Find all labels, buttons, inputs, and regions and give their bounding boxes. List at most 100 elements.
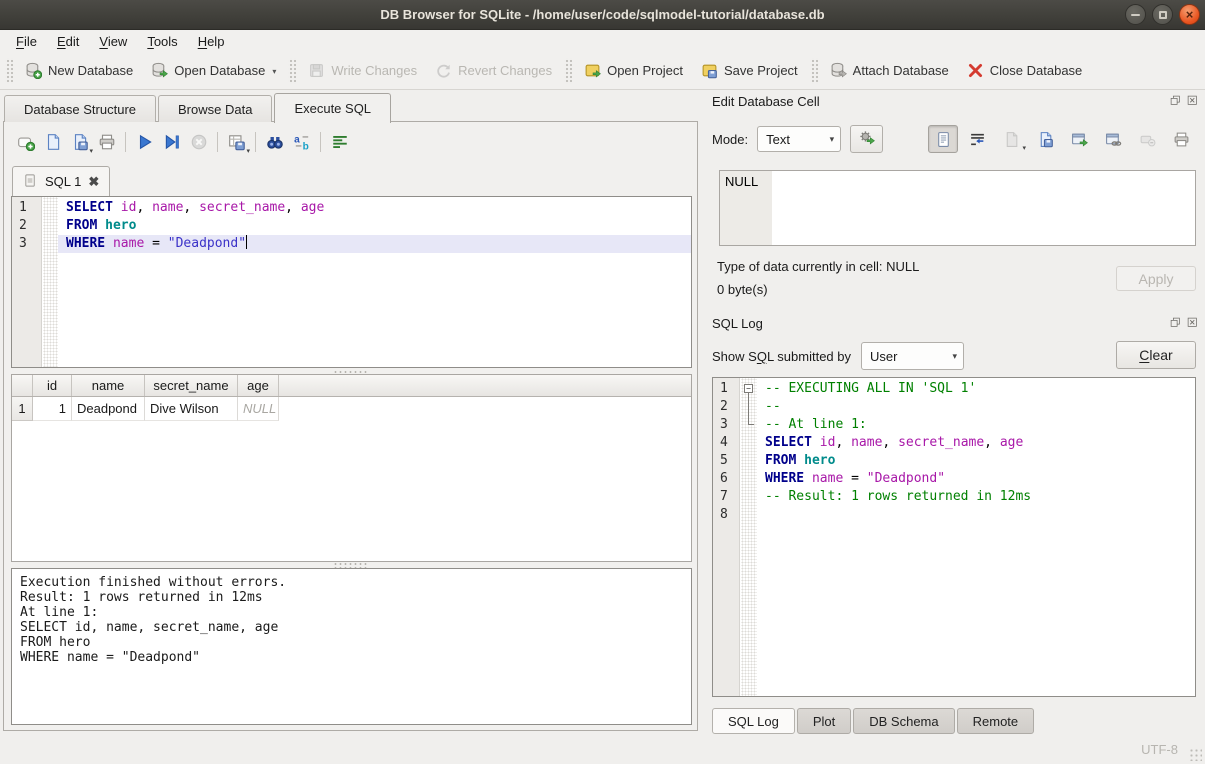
find-icon bbox=[266, 133, 284, 151]
float-dock-button[interactable] bbox=[1169, 317, 1182, 330]
log-filter-select[interactable]: User ▾ bbox=[861, 342, 964, 370]
export-file-button[interactable] bbox=[1030, 125, 1060, 153]
results-header: idnamesecret_nameage bbox=[12, 375, 691, 397]
dock-tab-plot[interactable]: Plot bbox=[797, 708, 851, 734]
close-database-button[interactable]: Close Database bbox=[958, 56, 1092, 85]
menu-help[interactable]: Help bbox=[188, 32, 235, 51]
print-icon bbox=[98, 133, 116, 151]
menu-edit[interactable]: Edit bbox=[47, 32, 89, 51]
dock-tab-remote[interactable]: Remote bbox=[957, 708, 1035, 734]
tab-database-structure[interactable]: Database Structure bbox=[4, 95, 156, 122]
results-grid: idnamesecret_nameage 11DeadpondDive Wils… bbox=[11, 374, 692, 562]
set-null-icon bbox=[1139, 131, 1156, 148]
tab-browse-data[interactable]: Browse Data bbox=[158, 95, 272, 122]
replace-button[interactable]: ab bbox=[288, 129, 315, 156]
print-button[interactable] bbox=[93, 129, 120, 156]
execute-all-icon bbox=[136, 133, 154, 151]
dock-tab-sql-log[interactable]: SQL Log bbox=[712, 708, 795, 734]
line-number: 3 bbox=[720, 416, 739, 434]
results-rows: 11DeadpondDive WilsonNULL bbox=[12, 397, 691, 421]
table-cell[interactable]: Deadpond bbox=[72, 397, 145, 421]
menu-tools[interactable]: Tools bbox=[137, 32, 187, 51]
editor-content[interactable]: SELECT id, name, secret_name, ageFROM he… bbox=[58, 199, 691, 253]
stop-button[interactable] bbox=[185, 129, 212, 156]
toolbar-grip[interactable] bbox=[288, 58, 296, 84]
toolbar-grip[interactable] bbox=[5, 58, 13, 84]
cell-dock-titlebar: Edit Database Cell bbox=[712, 92, 1199, 110]
save-project-button[interactable]: Save Project bbox=[692, 56, 807, 85]
column-header-name[interactable]: name bbox=[72, 375, 145, 396]
new-database-button[interactable]: New Database bbox=[16, 56, 142, 85]
column-header-secret_name[interactable]: secret_name bbox=[145, 375, 238, 396]
apply-format-button[interactable] bbox=[850, 125, 883, 153]
print-cell-icon bbox=[1173, 131, 1190, 148]
find-button[interactable] bbox=[261, 129, 288, 156]
sql-log[interactable]: 12345678 -- EXECUTING ALL IN 'SQL 1'----… bbox=[712, 377, 1196, 697]
clear-button[interactable]: Clear bbox=[1116, 341, 1196, 369]
fold-collapse-icon[interactable]: − bbox=[744, 384, 753, 393]
open-external-button[interactable] bbox=[1064, 125, 1094, 153]
mode-select[interactable]: Text ▾ bbox=[757, 126, 841, 152]
line-number: 4 bbox=[720, 434, 739, 452]
menu-view[interactable]: View bbox=[89, 32, 137, 51]
code-line: -- Result: 1 rows returned in 12ms bbox=[757, 488, 1195, 506]
new-tab-button[interactable] bbox=[12, 129, 39, 156]
export-results-button[interactable]: ▾ bbox=[223, 129, 250, 156]
execute-line-button[interactable] bbox=[158, 129, 185, 156]
column-header-id[interactable]: id bbox=[33, 375, 72, 396]
menu-file[interactable]: File bbox=[6, 32, 47, 51]
open-project-button[interactable]: Open Project bbox=[575, 56, 692, 85]
copy-link-button[interactable] bbox=[1098, 125, 1128, 153]
set-null-button[interactable] bbox=[1132, 125, 1162, 153]
revert-changes-button[interactable]: Revert Changes bbox=[426, 56, 561, 85]
save-sql-button[interactable]: ▾ bbox=[66, 129, 93, 156]
minimize-button[interactable] bbox=[1125, 4, 1146, 25]
cell-editor-toolbar: ▾ bbox=[928, 125, 1196, 153]
svg-text:b: b bbox=[302, 141, 308, 151]
print-cell-button[interactable] bbox=[1166, 125, 1196, 153]
maximize-button[interactable] bbox=[1152, 4, 1173, 25]
table-cell[interactable]: NULL bbox=[238, 397, 279, 421]
close-dock-button[interactable] bbox=[1186, 95, 1199, 108]
encoding-label: UTF-8 bbox=[1141, 742, 1178, 757]
import-file-icon bbox=[1003, 131, 1020, 148]
app-window: DB Browser for SQLite - /home/user/code/… bbox=[0, 0, 1205, 764]
dock-tab-db-schema[interactable]: DB Schema bbox=[853, 708, 954, 734]
sql-file-tab[interactable]: SQL 1 ✖ bbox=[12, 166, 110, 196]
results-corner-cell bbox=[12, 375, 33, 396]
float-dock-button[interactable] bbox=[1169, 95, 1182, 108]
import-file-button[interactable]: ▾ bbox=[996, 125, 1026, 153]
resize-grip-icon[interactable] bbox=[1189, 748, 1202, 761]
sql-tab-close-icon[interactable]: ✖ bbox=[88, 175, 99, 188]
execute-line-icon bbox=[163, 133, 181, 151]
line-number: 8 bbox=[720, 506, 739, 524]
row-header[interactable]: 1 bbox=[12, 397, 33, 421]
chevron-down-icon: ▾ bbox=[246, 148, 250, 155]
text-mode-button[interactable] bbox=[928, 125, 958, 153]
apply-button[interactable]: Apply bbox=[1116, 266, 1196, 291]
cell-content: NULL bbox=[725, 174, 758, 189]
write-changes-button[interactable]: Write Changes bbox=[299, 56, 426, 85]
table-cell[interactable]: 1 bbox=[33, 397, 72, 421]
log-filter-value: User bbox=[870, 349, 897, 364]
toolbar-grip[interactable] bbox=[810, 58, 818, 84]
maximize-icon bbox=[1159, 11, 1167, 19]
attach-database-button[interactable]: Attach Database bbox=[821, 56, 958, 85]
column-header-age[interactable]: age bbox=[238, 375, 279, 396]
open-database-button[interactable]: Open Database▾ bbox=[142, 56, 285, 85]
word-wrap-button[interactable] bbox=[962, 125, 992, 153]
tab-execute-sql[interactable]: Execute SQL bbox=[274, 93, 391, 123]
titlebar[interactable]: DB Browser for SQLite - /home/user/code/… bbox=[0, 0, 1205, 30]
sql-editor[interactable]: 123 SELECT id, name, secret_name, ageFRO… bbox=[11, 196, 692, 368]
fold-line bbox=[748, 393, 749, 425]
cell-editor[interactable]: NULL bbox=[719, 170, 1196, 246]
open-sql-button[interactable] bbox=[39, 129, 66, 156]
close-window-button[interactable]: × bbox=[1179, 4, 1200, 25]
editor-fold-margin bbox=[43, 197, 58, 367]
table-cell[interactable]: Dive Wilson bbox=[145, 397, 238, 421]
log-dock-icons bbox=[1169, 317, 1199, 330]
execute-all-button[interactable] bbox=[131, 129, 158, 156]
toolbar-grip[interactable] bbox=[564, 58, 572, 84]
format-sql-button[interactable] bbox=[326, 129, 353, 156]
close-dock-button[interactable] bbox=[1186, 317, 1199, 330]
